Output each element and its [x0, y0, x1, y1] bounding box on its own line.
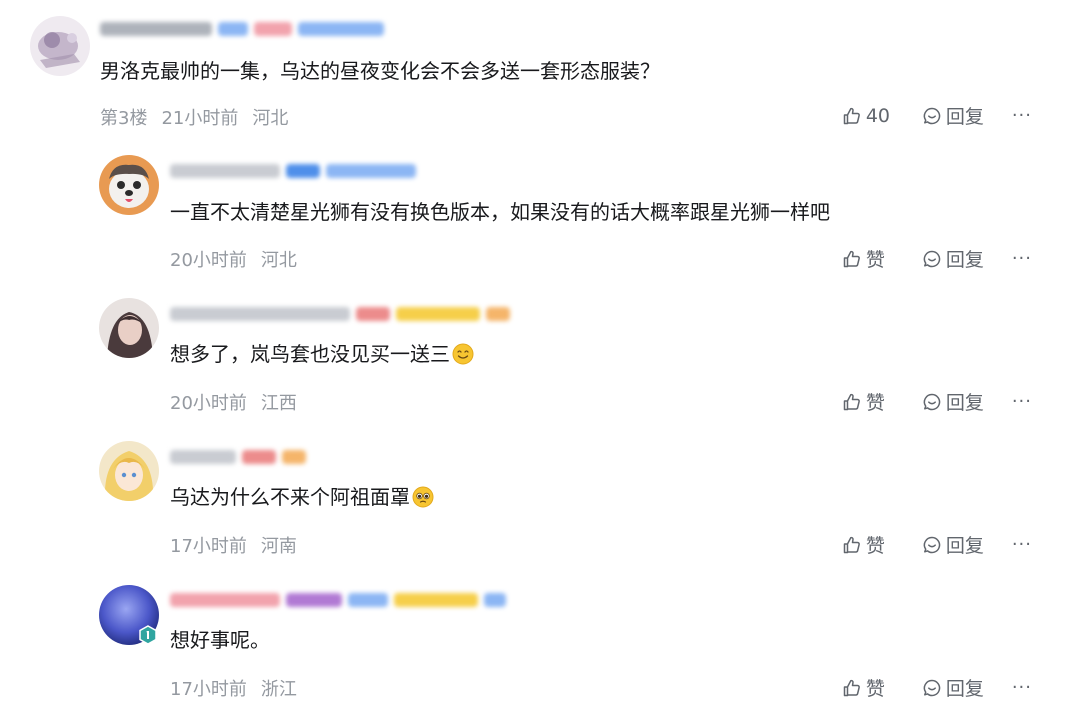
avatar[interactable]	[99, 441, 159, 501]
like-button[interactable]: 赞	[842, 674, 904, 701]
reply-bubble-icon	[923, 250, 941, 267]
username[interactable]	[170, 446, 306, 468]
more-options-icon[interactable]: ···	[1012, 677, 1032, 698]
like-button[interactable]: 赞	[842, 245, 904, 272]
thumbs-up-icon	[843, 536, 860, 553]
avatar-image	[99, 155, 159, 215]
like-button[interactable]: 40	[842, 105, 904, 127]
reply-label: 回复	[945, 249, 984, 271]
avatar-image	[30, 16, 90, 76]
comment-text: 乌达为什么不来个阿祖面罩	[170, 483, 434, 511]
reply-button[interactable]: 回复	[922, 102, 984, 129]
reply-label: 回复	[945, 678, 984, 700]
comment-text: 男洛克最帅的一集，乌达的昼夜变化会不会多送一套形态服装？	[100, 59, 660, 83]
thumbs-up-icon	[843, 679, 860, 696]
comment-meta: 17小时前 浙江	[170, 675, 297, 701]
reply-bubble-icon	[923, 536, 941, 553]
username[interactable]	[170, 160, 416, 182]
comment-region: 河南	[260, 536, 297, 557]
comment-time: 17小时前	[170, 679, 247, 700]
thumbs-up-icon	[843, 107, 860, 124]
reply-button[interactable]: 回复	[922, 388, 984, 415]
username[interactable]	[100, 18, 384, 40]
like-label: 赞	[865, 678, 885, 700]
comment-region: 江西	[260, 393, 297, 414]
more-options-icon[interactable]: ···	[1012, 248, 1032, 269]
comment-text: 想多了，岚鸟套也没见买一送三	[170, 340, 474, 368]
avatar-image	[99, 298, 159, 358]
reply-button[interactable]: 回复	[922, 245, 984, 272]
comment-region: 浙江	[260, 679, 297, 700]
reply-bubble-icon	[923, 679, 941, 696]
like-button[interactable]: 赞	[842, 531, 904, 558]
reply-label: 回复	[945, 106, 984, 128]
comment-time: 20小时前	[170, 250, 247, 271]
like-button[interactable]: 赞	[842, 388, 904, 415]
reply-bubble-icon	[923, 393, 941, 410]
reply-label: 回复	[945, 535, 984, 557]
more-options-icon[interactable]: ···	[1012, 534, 1032, 555]
comment-meta: 第3楼 21小时前 河北	[100, 104, 288, 130]
like-label: 赞	[865, 392, 885, 414]
comment-text: 想好事呢。	[170, 628, 270, 652]
username[interactable]	[170, 303, 510, 325]
like-count: 40	[865, 104, 890, 127]
like-label: 赞	[865, 535, 885, 557]
reply-button[interactable]: 回复	[922, 674, 984, 701]
comment-time: 20小时前	[170, 393, 247, 414]
comment-region: 河北	[252, 108, 289, 129]
pleading-emoji-icon	[412, 486, 434, 508]
avatar[interactable]	[30, 16, 90, 76]
comment-text: 一直不太清楚星光狮有没有换色版本，如果没有的话大概率跟星光狮一样吧	[170, 200, 830, 224]
level-badge-icon	[139, 625, 157, 645]
username[interactable]	[170, 589, 506, 611]
reply-label: 回复	[945, 392, 984, 414]
comment-meta: 17小时前 河南	[170, 532, 297, 558]
thumbs-up-icon	[843, 250, 860, 267]
comment-meta: 20小时前 江西	[170, 389, 297, 415]
reply-bubble-icon	[923, 107, 941, 124]
reply-button[interactable]: 回复	[922, 531, 984, 558]
thumbs-up-icon	[843, 393, 860, 410]
avatar[interactable]	[99, 298, 159, 358]
smile-emoji-icon	[452, 343, 474, 365]
more-options-icon[interactable]: ···	[1012, 105, 1032, 126]
avatar[interactable]	[99, 155, 159, 215]
like-label: 赞	[865, 249, 885, 271]
more-options-icon[interactable]: ···	[1012, 391, 1032, 412]
floor-number: 第3楼	[100, 108, 148, 129]
comment-time: 21小时前	[161, 108, 239, 129]
comment-meta: 20小时前 河北	[170, 246, 297, 272]
comment-region: 河北	[260, 250, 297, 271]
comment-time: 17小时前	[170, 536, 247, 557]
avatar-image	[99, 441, 159, 501]
